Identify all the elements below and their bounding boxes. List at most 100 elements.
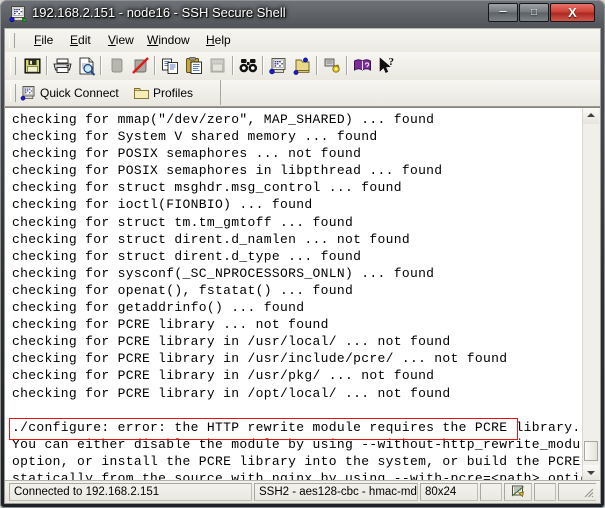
terminal-line: checking for POSIX semaphores in libpthr… bbox=[12, 163, 443, 179]
context-help-icon: ? bbox=[379, 56, 395, 74]
ssh-secure-shell-window: 192.168.2.151 - node16 - SSH Secure Shel… bbox=[0, 0, 605, 508]
status-terminal-size: 80x24 bbox=[420, 483, 478, 501]
terminal-line: checking for struct msghdr.msg_control .… bbox=[12, 180, 402, 196]
maximize-button[interactable]: □ bbox=[519, 3, 549, 22]
status-encryption-pane bbox=[504, 483, 532, 501]
menu-window[interactable]: Window bbox=[142, 32, 195, 48]
terminal-line: checking for PCRE library in /opt/local/… bbox=[12, 385, 451, 401]
status-pane-a bbox=[480, 483, 502, 501]
status-pane-c bbox=[534, 483, 556, 501]
folder-icon bbox=[133, 85, 150, 101]
resize-grip-icon bbox=[584, 488, 594, 498]
save-button[interactable] bbox=[21, 55, 44, 77]
terminal-line: checking for mmap("/dev/zero", MAP_SHARE… bbox=[12, 112, 435, 127]
terminal-screen[interactable]: checking for mmap("/dev/zero", MAP_SHARE… bbox=[5, 108, 583, 481]
title-bar[interactable]: 192.168.2.151 - node16 - SSH Secure Shel… bbox=[0, 0, 605, 28]
terminal-text: checking for mmap("/dev/zero", MAP_SHARE… bbox=[12, 111, 583, 481]
help-book-icon bbox=[354, 59, 371, 71]
client-area: File Edit View Window Help ? Quick Conne… bbox=[4, 28, 601, 504]
quick-connect-bar: Quick Connect Profiles bbox=[5, 80, 600, 107]
quick-connect-label: Quick Connect bbox=[40, 86, 119, 100]
terminal-line: checking for openat(), fstatat() ... fou… bbox=[12, 282, 354, 298]
print-icon bbox=[53, 58, 72, 73]
terminal-line: checking for sysconf(_SC_NPROCESSORS_ONL… bbox=[12, 265, 435, 281]
scroll-down-icon[interactable] bbox=[583, 465, 599, 481]
scroll-up-icon[interactable] bbox=[583, 108, 599, 124]
terminal-line: checking for struct tm.tm_gmtoff ... fou… bbox=[12, 214, 354, 230]
toolbar-separator bbox=[46, 56, 48, 75]
new-file-transfer-icon bbox=[293, 57, 310, 75]
toolbar: ? bbox=[5, 52, 600, 81]
cut-icon bbox=[210, 58, 225, 73]
quickbar-grip[interactable] bbox=[10, 84, 16, 102]
copy-icon bbox=[162, 58, 178, 74]
save-icon bbox=[24, 58, 41, 74]
find-icon bbox=[239, 59, 258, 73]
print-preview-icon bbox=[79, 57, 96, 76]
toolbar-separator bbox=[262, 56, 264, 75]
find-button[interactable] bbox=[237, 55, 260, 77]
close-button[interactable]: X bbox=[550, 3, 595, 22]
terminal-line: checking for PCRE library ... not found bbox=[12, 317, 329, 333]
toolbar-separator bbox=[316, 56, 318, 75]
toolbar-separator bbox=[346, 56, 348, 75]
terminal-line: You can either disable the module by usi… bbox=[12, 436, 583, 452]
profiles-button[interactable]: Profiles bbox=[133, 83, 193, 103]
disconnect-button[interactable] bbox=[129, 55, 152, 77]
menu-grip[interactable] bbox=[9, 33, 15, 48]
quick-connect-icon bbox=[20, 85, 37, 101]
scroll-thumb[interactable] bbox=[584, 441, 598, 461]
status-pane-d bbox=[558, 483, 596, 501]
vertical-scrollbar[interactable] bbox=[582, 108, 600, 481]
terminal-line: checking for PCRE library in /usr/local/… bbox=[12, 334, 451, 350]
paste-icon bbox=[186, 57, 202, 74]
context-help-button[interactable]: ? bbox=[375, 55, 398, 77]
minimize-button[interactable]: – bbox=[488, 3, 518, 22]
print-preview-button[interactable] bbox=[75, 55, 98, 77]
toolbar-separator bbox=[100, 56, 102, 75]
terminal-line: checking for struct dirent.d_namlen ... … bbox=[12, 231, 410, 247]
settings-button[interactable] bbox=[321, 55, 344, 77]
maximize-icon: □ bbox=[530, 7, 538, 18]
status-cipher: SSH2 - aes128-cbc - hmac-md5 bbox=[254, 483, 418, 501]
terminal-line: checking for System V shared memory ... … bbox=[12, 129, 378, 145]
minimize-icon: – bbox=[499, 3, 507, 18]
menu-file[interactable]: File bbox=[29, 32, 58, 48]
new-terminal-icon bbox=[269, 58, 286, 75]
terminal-line: checking for PCRE library in /usr/includ… bbox=[12, 351, 508, 367]
menu-view[interactable]: View bbox=[103, 32, 139, 48]
svg-text:?: ? bbox=[389, 56, 395, 68]
help-button[interactable] bbox=[351, 55, 374, 77]
terminal-line: checking for getaddrinfo() ... found bbox=[12, 300, 305, 316]
toolbar-grip[interactable] bbox=[10, 57, 16, 75]
print-button[interactable] bbox=[51, 55, 74, 77]
menu-bar: File Edit View Window Help bbox=[5, 29, 600, 53]
terminal-line: checking for ioctl(FIONBIO) ... found bbox=[12, 197, 313, 213]
encryption-icon bbox=[511, 485, 524, 498]
menu-edit[interactable]: Edit bbox=[65, 32, 96, 48]
disconnect-icon bbox=[132, 57, 149, 74]
new-terminal-button[interactable] bbox=[267, 55, 290, 77]
profiles-label: Profiles bbox=[153, 86, 194, 100]
terminal-window-icon bbox=[9, 5, 27, 23]
copy-button[interactable] bbox=[159, 55, 182, 77]
connect-button[interactable] bbox=[105, 55, 128, 77]
status-connection: Connected to 192.168.2.151 bbox=[9, 483, 252, 501]
terminal-line: checking for PCRE library in /usr/pkg/ .… bbox=[12, 368, 435, 384]
quick-connect-panel: Quick Connect Profiles bbox=[5, 80, 221, 105]
terminal-line: ./configure: error: the HTTP rewrite mod… bbox=[12, 419, 581, 435]
menu-help[interactable]: Help bbox=[201, 32, 236, 48]
quick-connect-button[interactable]: Quick Connect bbox=[20, 83, 119, 103]
close-icon: X bbox=[568, 5, 577, 20]
toolbar-separator bbox=[232, 56, 234, 75]
terminal-line: checking for struct dirent.d_type ... fo… bbox=[12, 248, 362, 264]
settings-icon bbox=[324, 58, 340, 73]
terminal-area: checking for mmap("/dev/zero", MAP_SHARE… bbox=[5, 107, 600, 481]
paste-button[interactable] bbox=[183, 55, 206, 77]
new-file-transfer-button[interactable] bbox=[291, 55, 314, 77]
terminal-line: checking for POSIX semaphores ... not fo… bbox=[12, 146, 362, 162]
toolbar-separator bbox=[154, 56, 156, 75]
cut-button[interactable] bbox=[207, 55, 230, 77]
terminal-line: option, or install the PCRE library into… bbox=[12, 453, 583, 469]
